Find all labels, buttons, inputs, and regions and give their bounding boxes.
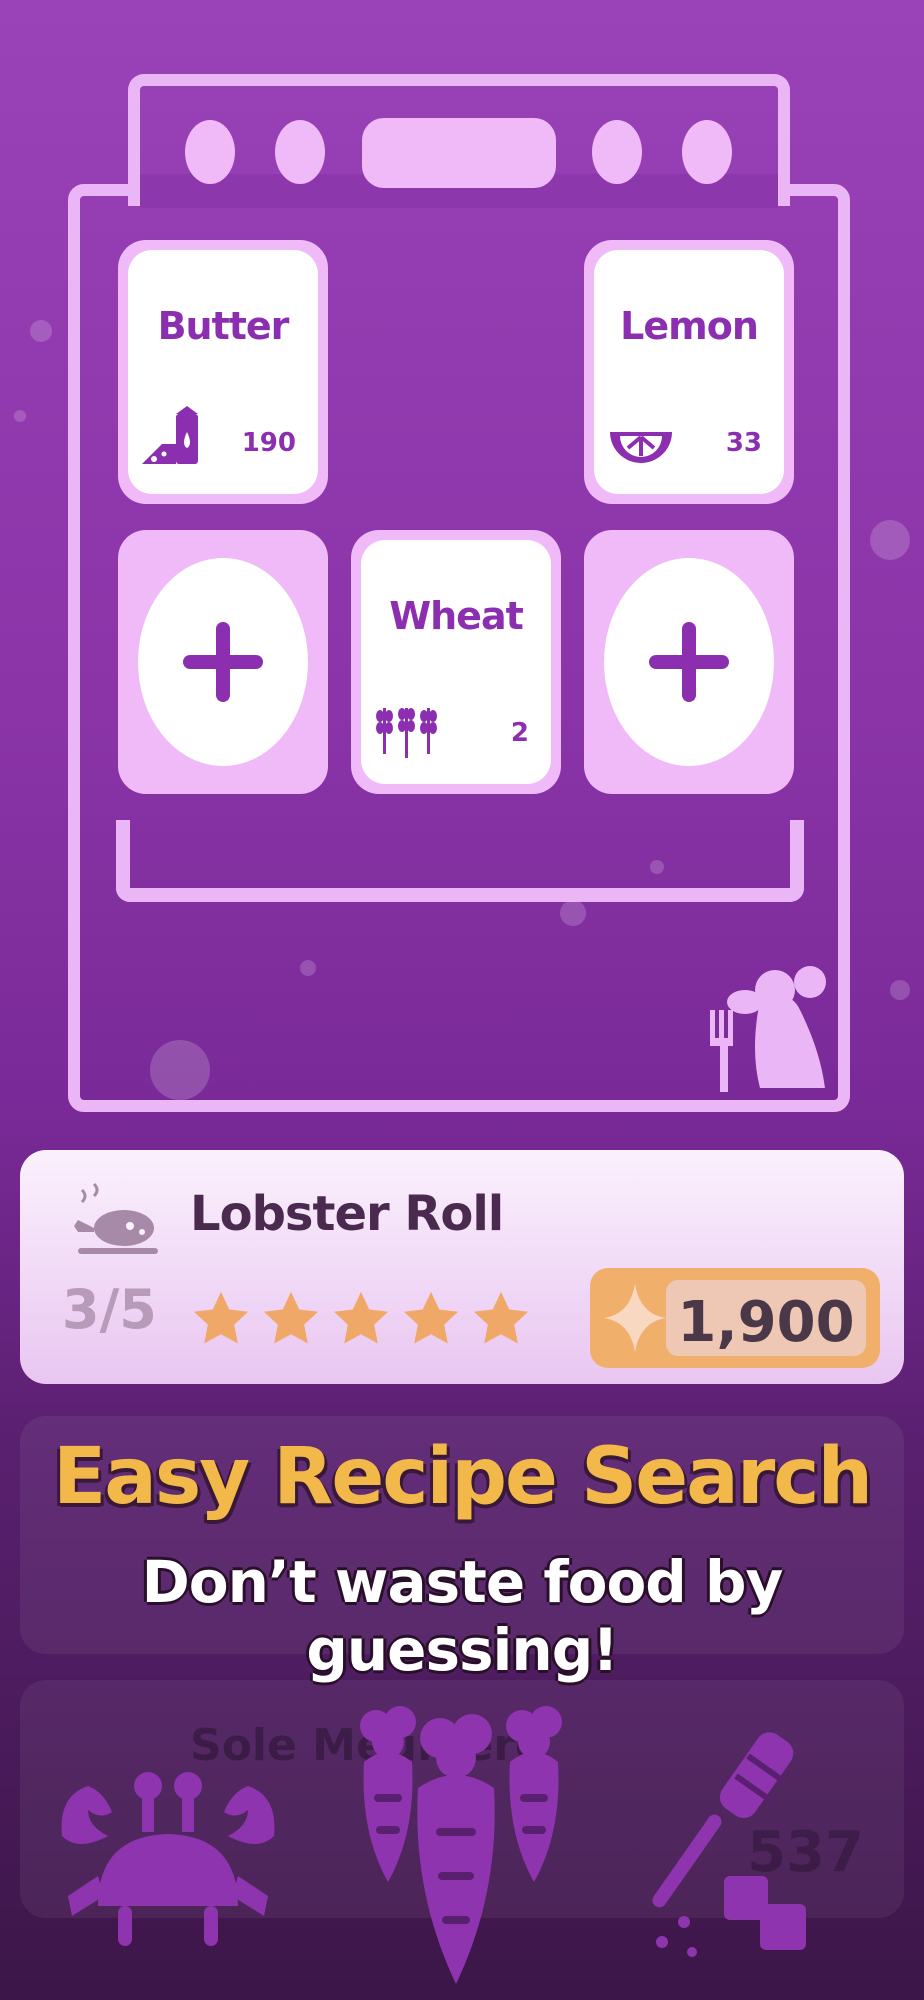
sparkle-icon [604,1284,666,1352]
background-sparkle [870,520,910,560]
crab-icon [61,1772,275,1946]
ingredient-slot-wheat[interactable]: Wheat 2 [351,530,561,794]
butter-milk-icon [142,406,198,464]
empty-slot-right[interactable] [584,530,794,794]
promo-subline: Don’t waste food by guessing! [141,1548,784,1684]
honey-dipper-icon [652,1732,806,1957]
ingredient-slot-butter[interactable]: Butter 190 [118,240,328,504]
ingredient-count: 2 [510,718,529,748]
mouse-chef-icon [710,966,826,1092]
price-value: 1,900 [677,1290,855,1355]
ingredient-card: Lemon 33 [594,250,784,494]
recipe-title: Lobster Roll [190,1186,504,1242]
empty-slot-left[interactable] [118,530,328,794]
stove-knob [592,120,642,184]
ingredient-slot-lemon[interactable]: Lemon 33 [584,240,794,504]
stove-knob [275,120,325,184]
star-icon [403,1291,459,1344]
background-sparkle [14,410,26,422]
price-field: 1,900 [666,1280,866,1356]
star-icon [473,1291,529,1344]
roast-chicken-icon [74,1182,158,1254]
promo-headline: Easy Recipe Search [52,1432,873,1522]
background-sparkle [30,320,52,342]
stove-tray [116,820,804,902]
recipe-price-badge: 1,900 [590,1268,880,1368]
stove-knob [185,120,235,184]
recipe-card[interactable]: Lobster Roll 3/5 1,900 [20,1150,904,1384]
star-icon [263,1291,319,1344]
lemon-slice-icon [610,432,672,463]
ingredient-name: Wheat [389,594,524,638]
ingredient-card: Butter 190 [128,250,318,494]
stove-display [362,118,556,188]
background-sparkle [890,980,910,1000]
recipe-progress: 3/5 [62,1278,157,1341]
add-ingredient-button[interactable] [138,558,308,766]
ingredient-card: Wheat 2 [361,540,551,784]
carrots-icon [360,1706,562,1984]
star-icon [333,1291,389,1344]
add-ingredient-button[interactable] [604,558,774,766]
wheat-icon [376,708,437,758]
stove-knob [682,120,732,184]
plus-icon [183,622,263,702]
plus-icon [649,622,729,702]
star-icon [193,1291,249,1344]
ingredient-count: 190 [241,428,296,458]
ingredient-count: 33 [725,428,762,458]
ingredient-name: Butter [157,304,290,348]
ingredient-name: Lemon [620,304,759,348]
